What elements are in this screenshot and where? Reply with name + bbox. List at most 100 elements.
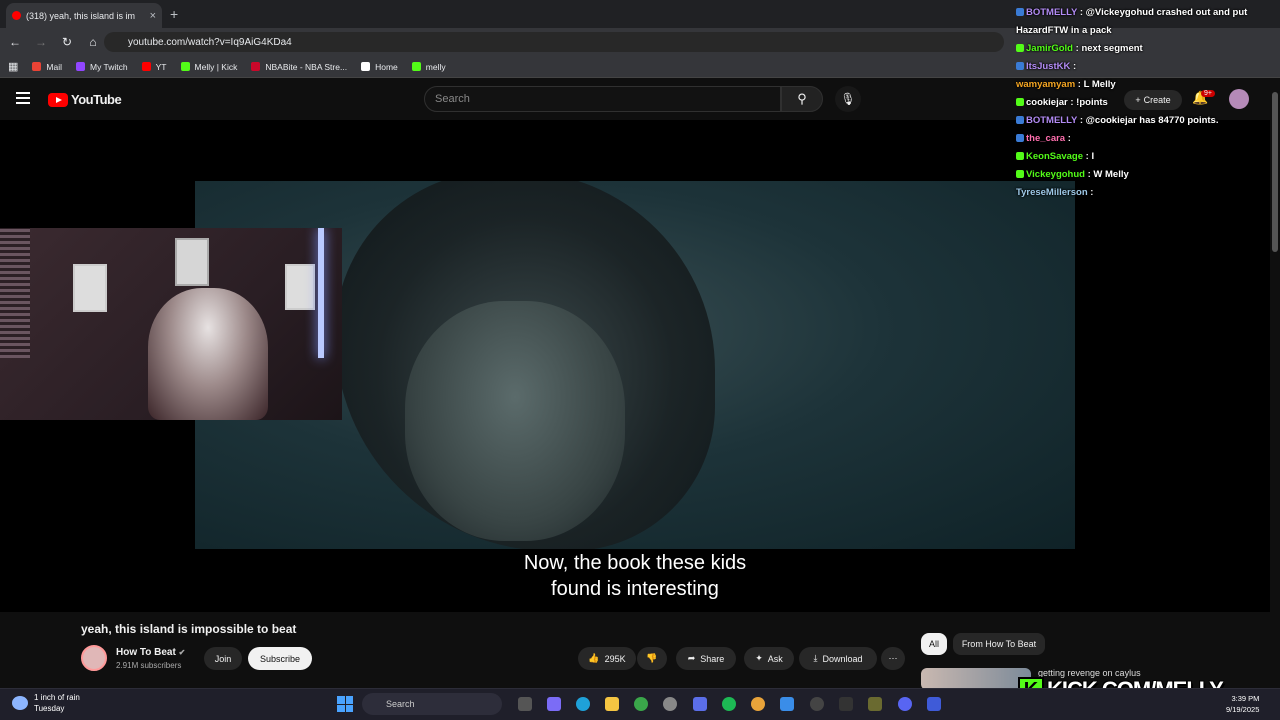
video-captions: Now, the book these kids found is intere… bbox=[420, 550, 850, 602]
download-button[interactable]: ⤓ Download bbox=[799, 647, 877, 670]
task-view-icon[interactable] bbox=[518, 697, 532, 711]
bookmark-mail[interactable]: Mail bbox=[32, 62, 62, 72]
bookmark-nbabite[interactable]: NBABite - NBA Stre... bbox=[251, 62, 347, 72]
app-icon[interactable] bbox=[927, 697, 941, 711]
youtube-play-icon bbox=[48, 92, 68, 107]
chat-message: KeonSavage : I bbox=[1016, 148, 1276, 166]
new-tab-button[interactable]: + bbox=[170, 6, 178, 22]
webcam-streamer bbox=[148, 288, 268, 420]
clock-date: 9/19/2025 bbox=[1226, 705, 1260, 714]
share-button[interactable]: ➦ Share bbox=[676, 647, 736, 670]
kick-icon bbox=[411, 62, 421, 71]
search-button[interactable]: ⚲ bbox=[781, 86, 823, 112]
chat-message: JamirGold : next segment bbox=[1016, 40, 1276, 58]
subscribe-button[interactable]: Subscribe bbox=[248, 647, 312, 670]
channel-name[interactable]: How To Beat ✔ bbox=[116, 647, 185, 658]
weather-widget[interactable]: 1 inch of rain Tuesday bbox=[12, 692, 80, 714]
chip-all[interactable]: All bbox=[921, 633, 947, 655]
chrome-icon[interactable] bbox=[751, 697, 765, 711]
browser-tab[interactable]: (318) yeah, this island is im × bbox=[6, 3, 162, 28]
subscriber-badge-icon bbox=[1016, 134, 1024, 142]
bookmark-my-twitch[interactable]: My Twitch bbox=[76, 62, 128, 72]
thumbs-up-icon: 👍 bbox=[588, 653, 600, 663]
chat-message: TyreseMillerson : bbox=[1016, 187, 1094, 198]
taskbar-search[interactable]: Search bbox=[362, 693, 502, 715]
chip-from-channel[interactable]: From How To Beat bbox=[953, 633, 1045, 655]
search-icon: ⚲ bbox=[797, 91, 807, 106]
chat-message: Vickeygohud : W Melly bbox=[1016, 166, 1276, 184]
download-icon: ⤓ bbox=[813, 653, 818, 663]
forward-icon[interactable]: → bbox=[34, 35, 48, 49]
nba-icon bbox=[251, 62, 261, 71]
address-bar[interactable]: youtube.com/watch?v=Iq9AiG4KDa4 bbox=[104, 32, 1004, 52]
bookmark-melly-kick[interactable]: Melly | Kick bbox=[180, 62, 237, 72]
chat-message: BOTMELLY : @cookiejar has 84770 points. bbox=[1016, 112, 1276, 130]
more-actions-button[interactable]: ⋯ bbox=[881, 647, 905, 670]
channel-avatar[interactable] bbox=[81, 645, 107, 671]
webcam-blinds bbox=[0, 228, 30, 358]
webcam-led-light bbox=[318, 228, 324, 358]
chat-message: wamyamyam : L Melly bbox=[1016, 79, 1116, 90]
obs-icon[interactable] bbox=[868, 697, 882, 711]
caption-line: found is interesting bbox=[551, 578, 719, 600]
chat-message: ItsJustKK : bbox=[1016, 58, 1276, 76]
weather-day: Tuesday bbox=[34, 704, 65, 713]
edge-icon[interactable] bbox=[576, 697, 590, 711]
search-input[interactable]: Search bbox=[424, 86, 781, 112]
bot-badge-icon bbox=[1016, 8, 1024, 16]
youtube-icon bbox=[141, 62, 151, 71]
terminal-icon[interactable] bbox=[839, 697, 853, 711]
store-icon[interactable] bbox=[693, 697, 707, 711]
weather-summary: 1 inch of rain bbox=[34, 693, 80, 702]
stream-chat-overlay: BOTMELLY : @Vickeygohud crashed out and … bbox=[1016, 4, 1276, 202]
ask-button[interactable]: ✦ Ask bbox=[744, 647, 794, 670]
back-icon[interactable]: ← bbox=[8, 35, 22, 49]
photos-icon[interactable] bbox=[780, 697, 794, 711]
video-subject-face bbox=[405, 301, 625, 541]
apps-grid-icon[interactable]: ▦ bbox=[8, 60, 18, 73]
system-clock[interactable]: 3:39 PM 9/19/2025 bbox=[1226, 693, 1259, 715]
chat-message: the_cara : bbox=[1016, 130, 1276, 148]
kick-badge-icon bbox=[1016, 98, 1024, 106]
video-title: yeah, this island is impossible to beat bbox=[81, 622, 297, 636]
youtube-favicon-icon bbox=[12, 11, 21, 20]
spotify-icon[interactable] bbox=[722, 697, 736, 711]
xbox-icon[interactable] bbox=[634, 697, 648, 711]
subscriber-badge-icon bbox=[1016, 62, 1024, 70]
x-icon bbox=[361, 62, 371, 71]
windows-start-icon[interactable] bbox=[337, 696, 353, 712]
bookmark-yt[interactable]: YT bbox=[141, 62, 167, 72]
close-tab-icon[interactable]: × bbox=[150, 10, 156, 22]
webcam-poster bbox=[73, 264, 107, 312]
recommended-thumbnail[interactable] bbox=[921, 668, 1031, 690]
home-icon[interactable]: ⌂ bbox=[86, 35, 100, 49]
kick-badge-icon bbox=[1016, 44, 1024, 52]
chat-message: cookiejar : !points bbox=[1016, 94, 1276, 112]
media-player-icon[interactable] bbox=[810, 697, 824, 711]
menu-icon[interactable] bbox=[16, 92, 30, 104]
dislike-button[interactable]: 👎 bbox=[637, 647, 667, 670]
youtube-logo[interactable]: YouTube bbox=[48, 92, 122, 107]
chat-message: BOTMELLY : @Vickeygohud crashed out and … bbox=[1016, 7, 1248, 36]
webcam-poster bbox=[175, 238, 209, 286]
discord-icon[interactable] bbox=[898, 697, 912, 711]
rain-cloud-icon bbox=[12, 696, 28, 710]
steam-icon[interactable] bbox=[663, 697, 677, 711]
voice-search-button[interactable]: 🎙 bbox=[835, 86, 861, 112]
twitch-icon bbox=[76, 62, 85, 71]
bookmark-melly[interactable]: melly bbox=[411, 62, 446, 72]
kick-icon bbox=[180, 62, 190, 71]
file-explorer-icon[interactable] bbox=[605, 697, 619, 711]
clock-time: 3:39 PM bbox=[1231, 694, 1260, 703]
tab-title: (318) yeah, this island is im bbox=[26, 10, 136, 21]
thumbs-down-icon: 👎 bbox=[646, 653, 658, 663]
mail-icon bbox=[32, 62, 42, 71]
sparkle-icon: ✦ bbox=[755, 653, 763, 663]
copilot-icon[interactable] bbox=[547, 697, 561, 711]
reload-icon[interactable]: ↻ bbox=[60, 35, 74, 49]
join-button[interactable]: Join bbox=[204, 647, 242, 670]
bookmark-home[interactable]: Home bbox=[361, 62, 398, 72]
kick-badge-icon bbox=[1016, 170, 1024, 178]
like-button[interactable]: 👍 295K bbox=[578, 647, 636, 670]
webcam-poster bbox=[285, 264, 315, 310]
